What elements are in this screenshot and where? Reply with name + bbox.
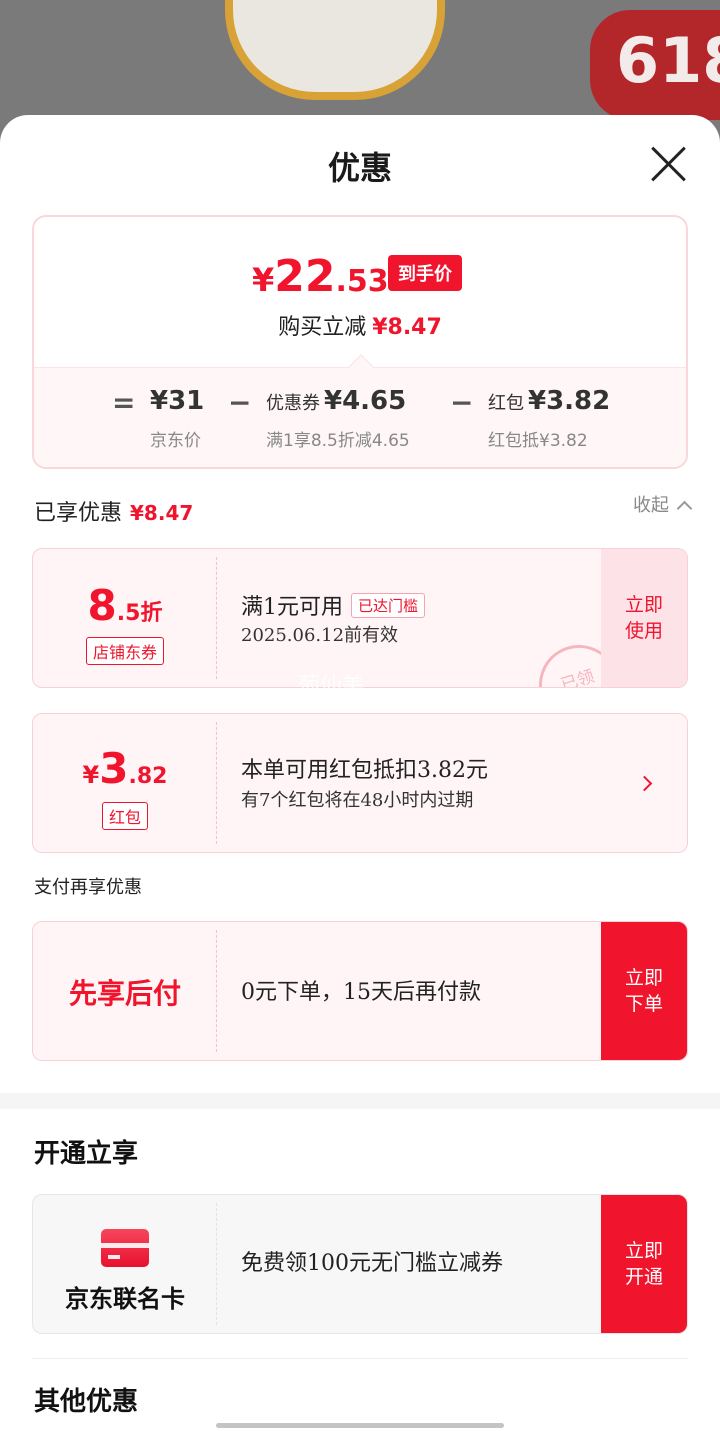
- use-now-label: 立即使用: [624, 594, 663, 642]
- redpack-amount: ¥3.82: [528, 386, 611, 416]
- coupon-value: 8.5折: [33, 581, 217, 630]
- section-gap: [0, 1093, 720, 1109]
- chevron-right-icon: [636, 775, 652, 791]
- minus-sign: −: [228, 386, 252, 419]
- redpack-value: ¥3.82: [33, 744, 217, 793]
- use-now-button[interactable]: 立即使用: [601, 549, 687, 687]
- coupon-expiry: 2025.06.12前有效: [241, 625, 399, 646]
- redpack-currency: ¥: [82, 761, 100, 789]
- redpack-value-int: 3: [99, 744, 129, 793]
- watermark: 葡仙美: [298, 674, 365, 699]
- order-now-button[interactable]: 立即下单: [601, 922, 687, 1060]
- final-price-tag: 到手价: [388, 255, 462, 291]
- equals-sign: =: [112, 386, 136, 419]
- reduce-amount: ¥8.47: [372, 315, 442, 340]
- discount-sheet: 优惠 ¥22.53 到手价 购买立减 ¥8.47 = ¥31 京东价 − 优惠券 ¥…: [0, 115, 720, 1431]
- pay-section-title: 支付再享优惠: [34, 877, 142, 898]
- order-now-label: 立即下单: [624, 967, 663, 1015]
- enjoyed-amount: ¥8.47: [130, 501, 194, 525]
- redpack-detail-button[interactable]: [601, 714, 687, 852]
- reduce-label: 购买立减: [278, 315, 367, 340]
- redpack-value-dec: .82: [128, 764, 168, 789]
- pay-later-title: 先享后付: [68, 977, 181, 1010]
- jd-price: ¥31: [150, 386, 205, 416]
- coupon-amount: ¥4.65: [324, 386, 407, 416]
- coupon-condition: 满1元可用 已达门槛: [241, 589, 426, 621]
- enjoyed-discount: 已享优惠 ¥8.47: [34, 495, 193, 527]
- redpack-line1: 本单可用红包抵扣3.82元: [241, 758, 488, 783]
- open-now-button[interactable]: 立即开通: [601, 1195, 687, 1333]
- product-image: [225, 0, 445, 100]
- card-divider: [216, 722, 217, 844]
- card-divider: [216, 1203, 217, 1325]
- jd-card-desc: 免费领100元无门槛立减券: [241, 1251, 503, 1276]
- minus-sign: −: [450, 386, 474, 419]
- credit-card-icon: [101, 1229, 149, 1267]
- redpack-discount: 红包 ¥3.82: [488, 386, 610, 416]
- collapse-label: 收起: [633, 495, 669, 516]
- threshold-reached-tag: 已达门槛: [351, 593, 426, 618]
- open-section-title: 开通立享: [34, 1139, 139, 1169]
- card-divider: [216, 557, 217, 679]
- jd-price-label: 京东价: [150, 431, 201, 451]
- pay-later-card[interactable]: 先享后付 0元下单，15天后再付款 立即下单: [32, 921, 688, 1061]
- open-now-label: 立即开通: [624, 1240, 663, 1288]
- redpack-card[interactable]: ¥3.82 红包 本单可用红包抵扣3.82元 有7个红包将在48小时内过期: [32, 713, 688, 853]
- redpack-value-area: ¥3.82 红包: [33, 714, 217, 852]
- jd-card-area: 京东联名卡: [33, 1195, 217, 1333]
- pay-later-desc: 0元下单，15天后再付款: [241, 980, 481, 1005]
- jd-card-offer[interactable]: 京东联名卡 免费领100元无门槛立减券 立即开通: [32, 1194, 688, 1334]
- coupon-label: 优惠券: [266, 393, 320, 414]
- final-price: ¥22.53: [252, 251, 389, 302]
- currency-symbol: ¥: [252, 261, 275, 299]
- coupon-desc: 满1享8.5折减4.65: [266, 431, 410, 451]
- chevron-up-icon: [676, 500, 693, 517]
- section-divider: [32, 1358, 688, 1359]
- coupon-value-area: 8.5折 店铺东券: [33, 549, 217, 687]
- final-price-dec: .53: [335, 264, 389, 299]
- redpack-type-tag: 红包: [101, 802, 149, 830]
- close-icon[interactable]: [652, 147, 686, 181]
- home-indicator[interactable]: [216, 1423, 504, 1428]
- promo-badge: 618: [590, 10, 720, 120]
- redpack-desc: 红包抵¥3.82: [488, 431, 588, 451]
- redpack-label: 红包: [488, 393, 524, 414]
- enjoyed-label: 已享优惠: [34, 501, 123, 526]
- final-price-int: 22: [274, 251, 336, 302]
- coupon-condition-text: 满1元可用: [241, 595, 343, 620]
- card-divider: [216, 930, 217, 1052]
- coupon-value-int: 8: [87, 581, 117, 630]
- reduce-line: 购买立减 ¥8.47: [34, 309, 686, 341]
- price-breakdown: = ¥31 京东价 − 优惠券 ¥4.65 满1享8.5折减4.65 − 红包 ¥3…: [34, 354, 686, 467]
- coupon-value-suffix: .5折: [116, 601, 163, 626]
- store-coupon-card[interactable]: 8.5折 店铺东券 满1元可用 已达门槛 2025.06.12前有效 已领 立即使…: [32, 548, 688, 688]
- jd-card-name: 京东联名卡: [65, 1284, 185, 1313]
- price-summary: ¥22.53 到手价 购买立减 ¥8.47 = ¥31 京东价 − 优惠券 ¥4.6…: [32, 215, 688, 469]
- sheet-title: 优惠: [327, 149, 392, 187]
- pay-later-title-area: 先享后付: [33, 922, 217, 1060]
- redpack-line2: 有7个红包将在48小时内过期: [241, 790, 474, 811]
- collapse-button[interactable]: 收起: [633, 491, 693, 517]
- other-section-title: 其他优惠: [34, 1387, 139, 1417]
- coupon-type-tag: 店铺东券: [85, 637, 165, 665]
- coupon-discount: 优惠券 ¥4.65: [266, 386, 406, 416]
